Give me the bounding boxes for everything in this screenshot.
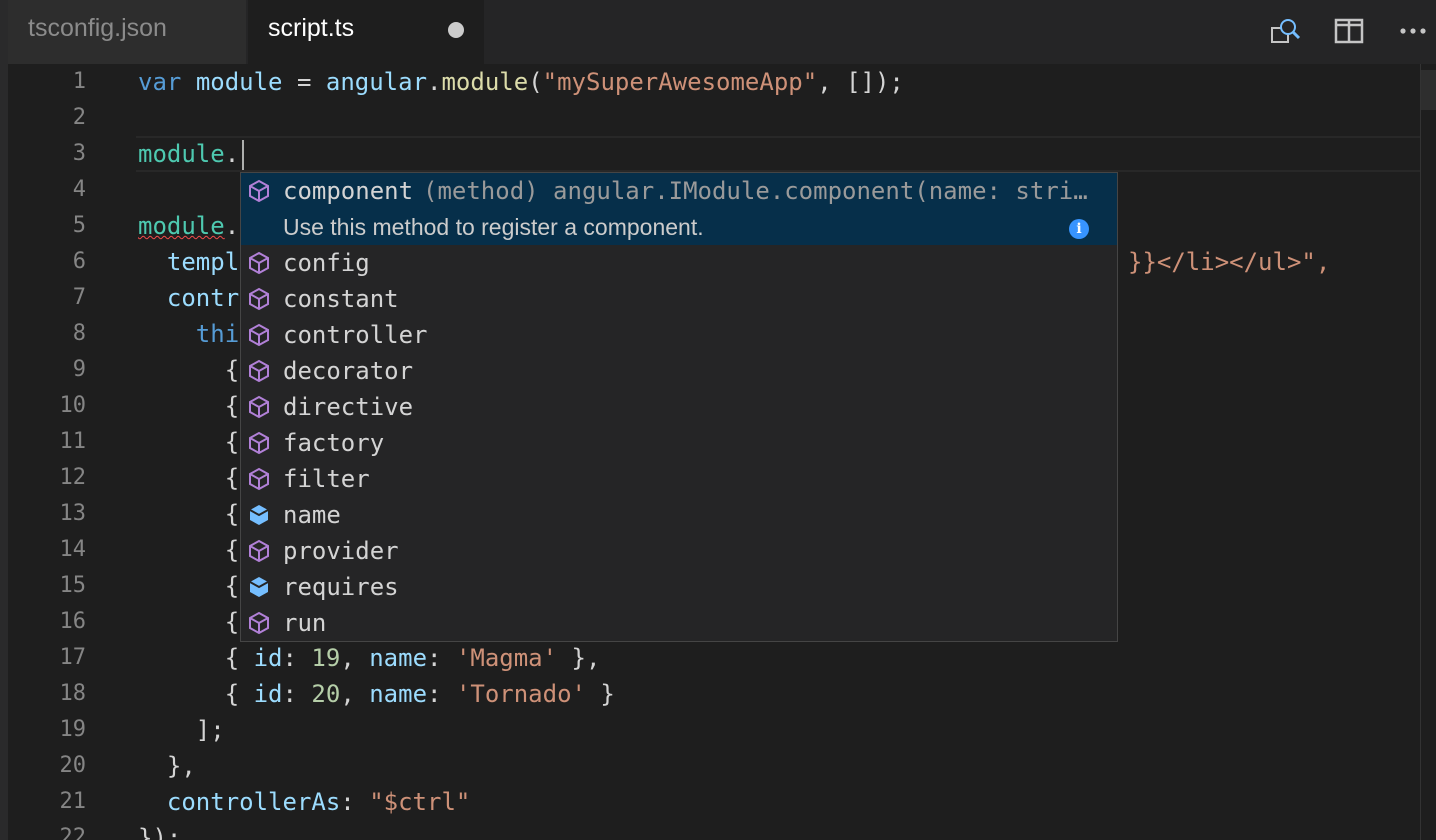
line-number: 12 (59, 465, 87, 490)
method-cube-icon (249, 359, 269, 383)
property-icon (249, 505, 269, 525)
suggest-label: directive (283, 393, 414, 421)
code-line: controllerAs: "$ctrl" (166, 788, 471, 816)
suggest-label: name (283, 501, 341, 529)
suggest-item-decorator[interactable]: decorator (241, 353, 1117, 389)
tab-bar: tsconfig.json script.ts (0, 0, 1436, 64)
suggest-item-selected[interactable]: component (method) angular.IModule.compo… (241, 173, 1117, 245)
line-number: 15 (59, 573, 87, 598)
tab-script[interactable]: script.ts (248, 0, 484, 64)
code-line: module. (138, 140, 240, 168)
line-number: 4 (72, 177, 86, 202)
code-line: { (224, 464, 240, 492)
code-line: { (224, 356, 240, 384)
code-line: { (224, 536, 240, 564)
code-line: { id: 19, name: 'Magma' }, (224, 644, 601, 672)
suggest-label: config (283, 249, 370, 277)
suggest-item-requires[interactable]: requires (241, 569, 1117, 605)
suggest-label: requires (283, 573, 399, 601)
more-actions-icon[interactable] (1396, 14, 1430, 48)
suggest-label: constant (283, 285, 399, 313)
line-number: 19 (59, 717, 87, 742)
code-line-tail: }}</li></ul>", (1128, 248, 1331, 276)
code-line: { (224, 392, 240, 420)
code-line: contr (166, 284, 240, 312)
suggest-detail: (method) angular.IModule.component(name:… (423, 177, 1088, 205)
code-line: { (224, 500, 240, 528)
line-number: 16 (59, 609, 87, 634)
code-line: module. (138, 212, 240, 240)
line-number: 22 (59, 825, 87, 840)
line-number: 10 (59, 393, 87, 418)
line-number: 21 (59, 789, 87, 814)
line-number: 18 (59, 681, 87, 706)
suggest-label: decorator (283, 357, 414, 385)
line-number-gutter: 1 2 3 4 5 6 7 8 9 10 11 12 13 14 15 16 1… (8, 64, 98, 840)
tab-label: tsconfig.json (28, 14, 167, 42)
unsaved-dot-icon[interactable] (448, 22, 464, 38)
tab-label: script.ts (268, 14, 355, 42)
line-number: 9 (72, 357, 86, 382)
line-number: 13 (59, 501, 87, 526)
code-line: templ (166, 248, 240, 276)
split-editor-icon[interactable] (1332, 14, 1366, 48)
line-number: 20 (59, 753, 87, 778)
code-line: { id: 20, name: 'Tornado' } (224, 680, 615, 708)
suggest-label: provider (283, 537, 399, 565)
line-number: 5 (72, 213, 86, 238)
property-icon (249, 577, 269, 597)
code-line: { (224, 608, 240, 636)
line-number: 17 (59, 645, 87, 670)
activity-strip (0, 0, 8, 840)
find-references-icon[interactable] (1268, 14, 1302, 48)
suggest-documentation: Use this method to register a component. (283, 214, 704, 240)
vertical-scrollbar[interactable] (1420, 64, 1436, 840)
code-line: { (224, 572, 240, 600)
method-cube-icon (249, 539, 269, 563)
code-line: }, (166, 752, 196, 780)
suggest-label: controller (283, 321, 428, 349)
autocomplete-suggest-widget: component (method) angular.IModule.compo… (240, 172, 1118, 642)
method-cube-icon (249, 467, 269, 491)
method-cube-icon (249, 611, 269, 635)
info-icon[interactable]: i (1069, 219, 1089, 239)
code-line: }); (138, 824, 182, 840)
method-cube-icon (249, 251, 269, 275)
line-number: 14 (59, 537, 87, 562)
line-number: 11 (59, 429, 87, 454)
suggest-item-filter[interactable]: filter (241, 461, 1117, 497)
method-cube-icon (249, 431, 269, 455)
method-cube-icon (249, 323, 269, 347)
suggest-item-factory[interactable]: factory (241, 425, 1117, 461)
suggest-item-config[interactable]: config (241, 245, 1117, 281)
suggest-label: component (283, 177, 414, 205)
suggest-item-controller[interactable]: controller (241, 317, 1117, 353)
method-cube-icon (249, 395, 269, 419)
suggest-item-provider[interactable]: provider (241, 533, 1117, 569)
suggest-item-constant[interactable]: constant (241, 281, 1117, 317)
code-line: thi (195, 320, 240, 348)
line-number: 8 (72, 321, 86, 346)
line-number: 3 (72, 141, 86, 166)
code-line: var module = angular.module("mySuperAwes… (138, 68, 904, 96)
tab-tsconfig[interactable]: tsconfig.json (8, 0, 246, 64)
method-cube-icon (249, 287, 269, 311)
suggest-label: factory (283, 429, 385, 457)
code-line: { (224, 428, 240, 456)
code-line: ]; (195, 716, 225, 744)
suggest-item-name[interactable]: name (241, 497, 1117, 533)
suggest-label: filter (283, 465, 370, 493)
method-cube-icon (249, 179, 269, 203)
scrollbar-thumb[interactable] (1421, 70, 1436, 110)
text-cursor (242, 140, 244, 170)
line-number: 7 (72, 285, 86, 310)
suggest-item-directive[interactable]: directive (241, 389, 1117, 425)
line-number: 2 (72, 105, 86, 130)
suggest-label: run (283, 609, 327, 637)
suggest-item-run[interactable]: run (241, 605, 1117, 641)
line-number: 6 (72, 249, 86, 274)
line-number: 1 (72, 69, 86, 94)
